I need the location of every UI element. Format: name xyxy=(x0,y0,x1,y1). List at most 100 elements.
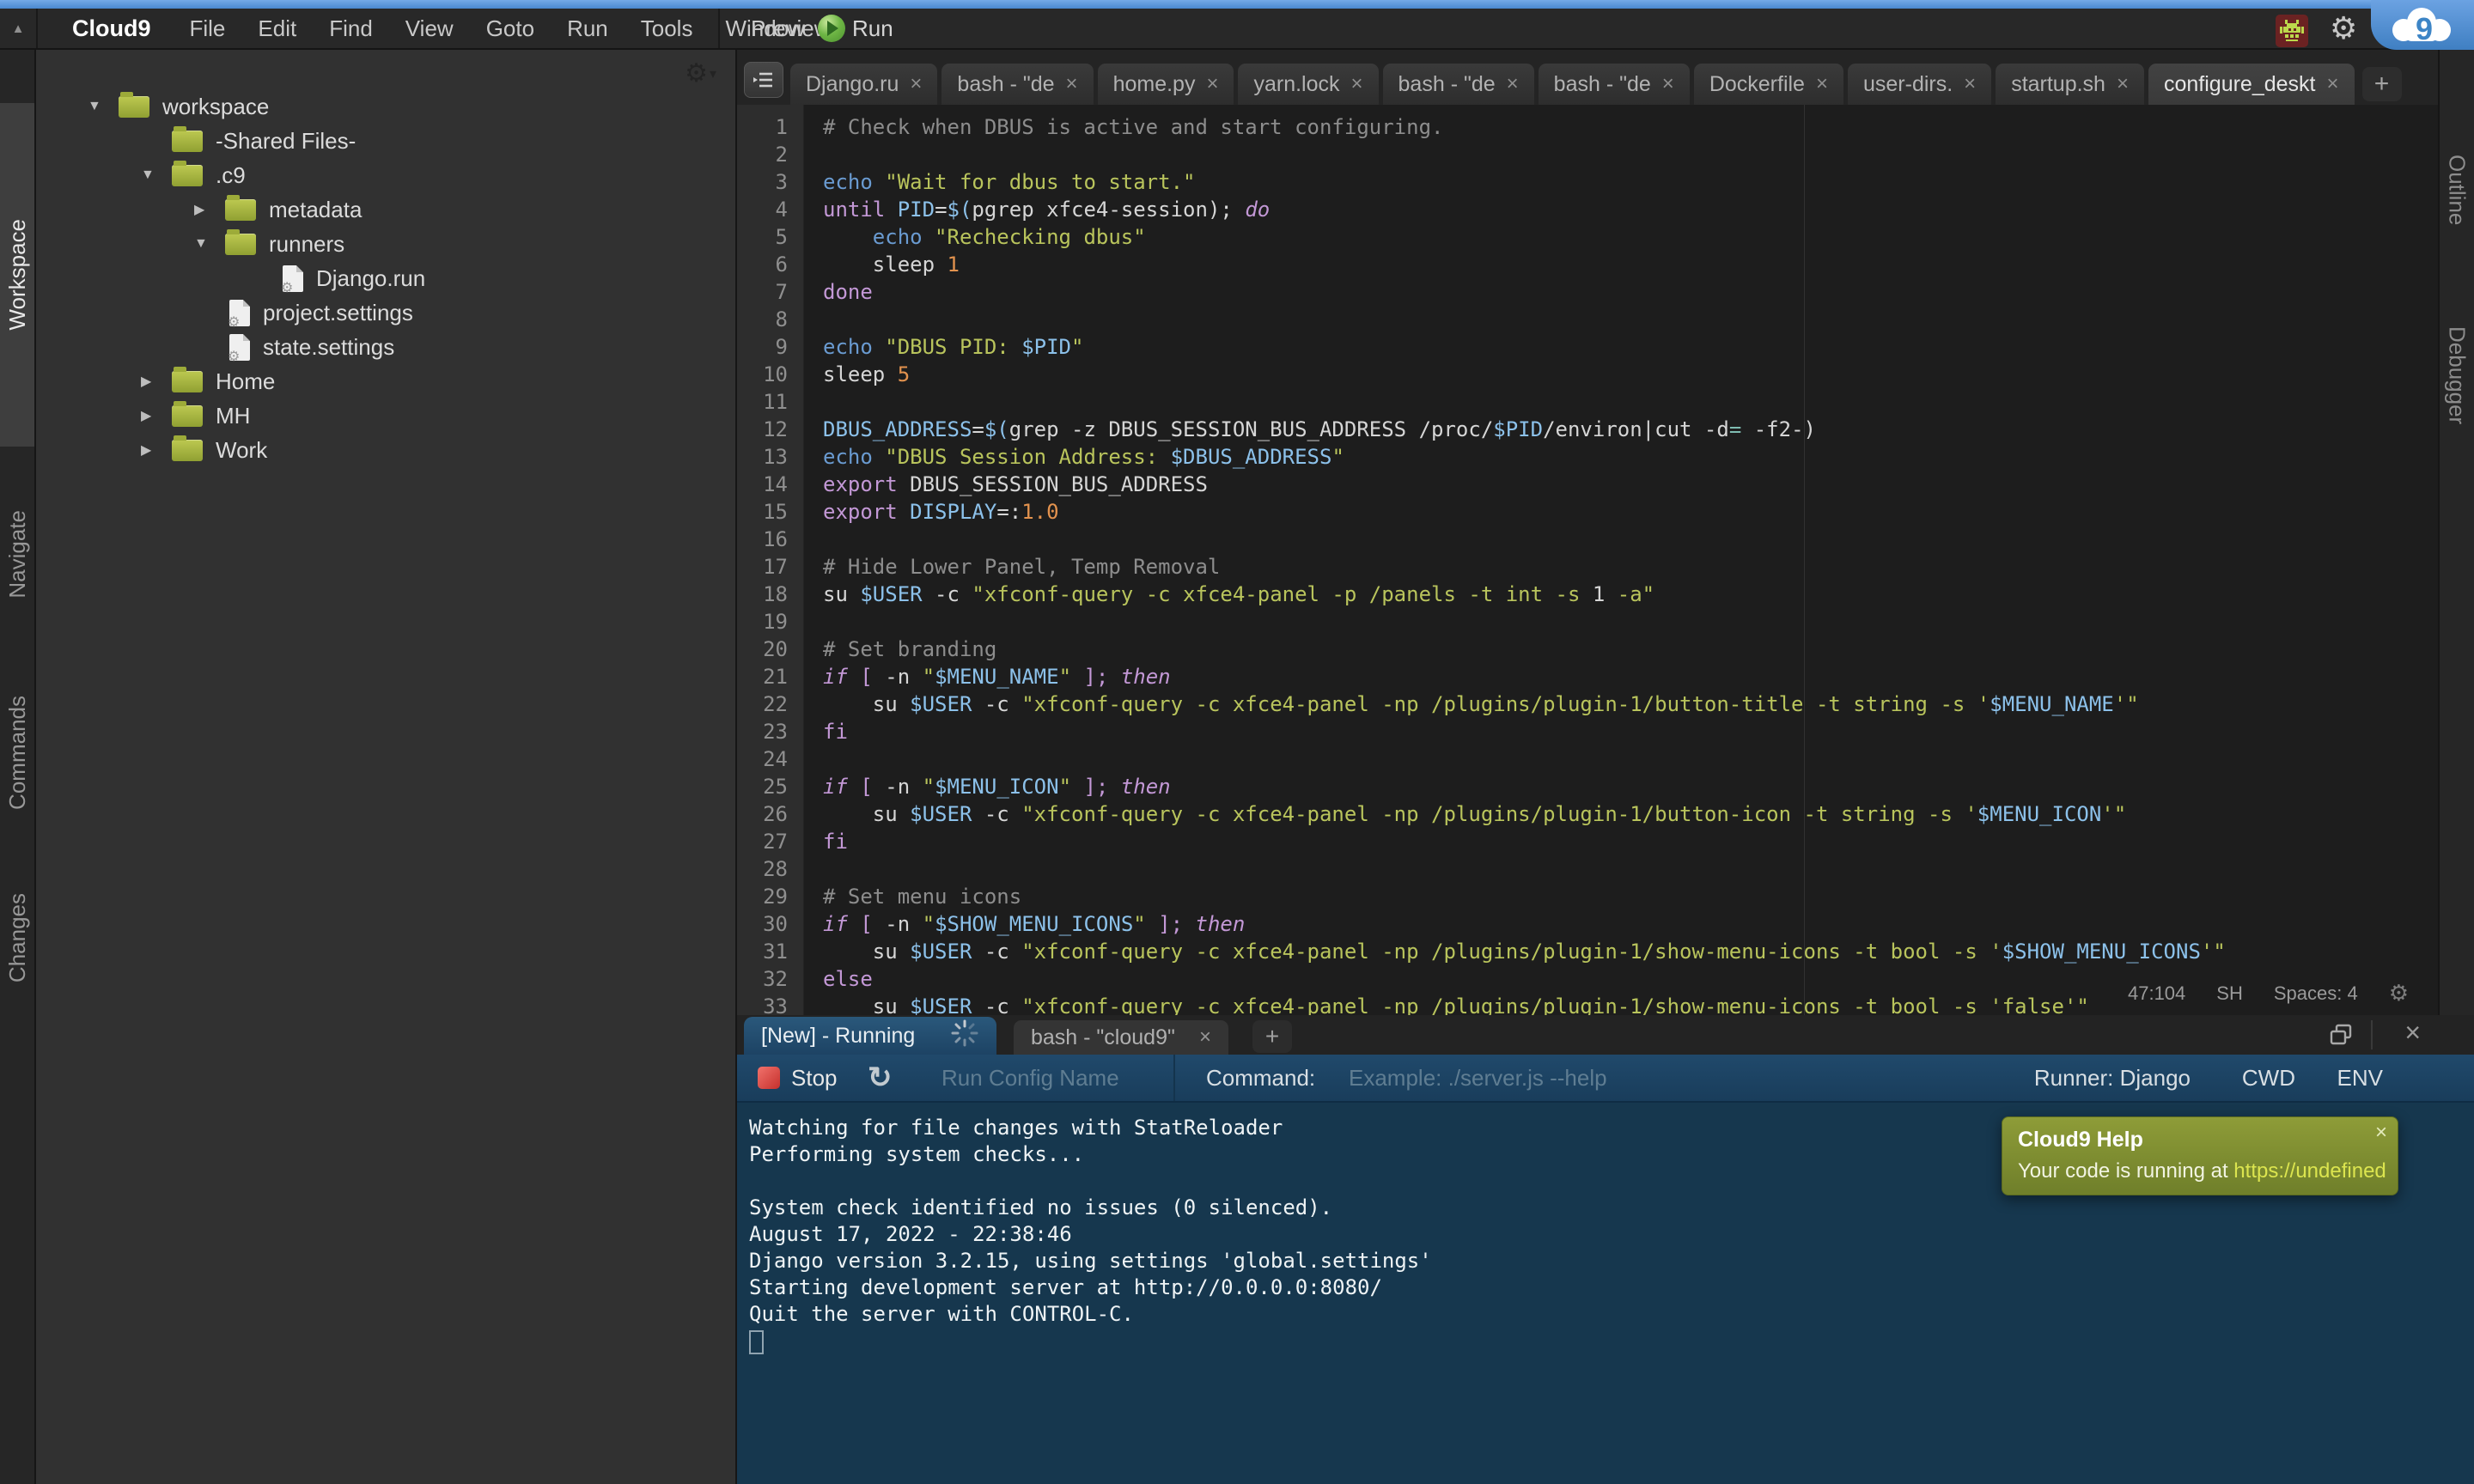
close-icon[interactable]: × xyxy=(1206,72,1218,96)
env-button[interactable]: ENV xyxy=(2337,1055,2383,1101)
code-line: su $USER -c "xfconf-query -c xfce4-panel… xyxy=(823,800,2438,828)
menu-goto[interactable]: Goto xyxy=(470,15,551,41)
editor-tab-label: configure_deskt xyxy=(2164,72,2316,97)
menu-tools[interactable]: Tools xyxy=(625,15,710,41)
disclosure-closed-icon[interactable]: ▶ xyxy=(141,373,172,390)
new-tab-button[interactable]: + xyxy=(2362,67,2402,101)
tree-item-workspace[interactable]: ▼workspace xyxy=(36,89,735,124)
menu-file[interactable]: File xyxy=(174,15,242,41)
editor-tab-dockerfile[interactable]: Dockerfile× xyxy=(1694,64,1843,105)
disclosure-open-icon[interactable]: ▼ xyxy=(141,167,172,183)
menu-view[interactable]: View xyxy=(389,15,470,41)
tree-settings-gear-icon[interactable]: ⚙ ▾ xyxy=(685,58,716,88)
sidebar-tab-changes[interactable]: Changes xyxy=(0,855,34,1020)
console-tab-running[interactable]: [New] - Running xyxy=(744,1017,996,1055)
run-config-name-input[interactable]: Run Config Name xyxy=(941,1055,1119,1101)
sidebar-tab-label: Commands xyxy=(4,696,31,810)
collapse-panel-button[interactable]: ▲ xyxy=(0,9,38,48)
tree-item-label: Django.run xyxy=(316,265,425,292)
tree-item-home[interactable]: ▶ Home xyxy=(36,364,735,398)
menu-find[interactable]: Find xyxy=(313,15,389,41)
settings-gear-icon[interactable]: ⚙ xyxy=(2330,9,2357,48)
cwd-button[interactable]: CWD xyxy=(2242,1055,2295,1101)
help-popup-title: Cloud9 Help xyxy=(2018,1128,2382,1153)
close-icon[interactable]: × xyxy=(1199,1025,1211,1049)
status-gear-icon[interactable]: ⚙ xyxy=(2389,980,2409,1007)
sidebar-tab-navigate[interactable]: Navigate xyxy=(0,468,34,640)
close-icon[interactable]: × xyxy=(1662,72,1674,96)
close-icon[interactable]: × xyxy=(1066,72,1078,96)
editor-tab-bash-de[interactable]: bash - "de× xyxy=(1383,64,1534,105)
code-line: echo "Wait for dbus to start." xyxy=(823,168,2438,196)
disclosure-closed-icon[interactable]: ▶ xyxy=(141,407,172,424)
workspace-file-tree-panel: ⚙ ▾ ▼workspace-Shared Files-▼.c9▶metadat… xyxy=(36,50,737,1484)
tree-item-metadata[interactable]: ▶metadata xyxy=(36,192,735,227)
close-icon[interactable]: × xyxy=(1351,72,1363,96)
editor-tab-configure-deskt[interactable]: configure_deskt × xyxy=(2148,64,2355,105)
code-content: # Check when DBUS is active and start co… xyxy=(823,113,2438,1015)
code-line xyxy=(823,526,2438,553)
sidebar-tab-debugger[interactable]: Debugger xyxy=(2440,271,2474,479)
cloud9-logo[interactable]: 9 xyxy=(2371,0,2474,50)
sidebar-tab-outline[interactable]: Outline xyxy=(2440,110,2474,270)
editor-tab-startup-sh[interactable]: startup.sh × xyxy=(1996,64,2144,105)
menu-run[interactable]: Run xyxy=(551,15,625,41)
run-button[interactable]: Run xyxy=(818,9,893,48)
disclosure-closed-icon[interactable]: ▶ xyxy=(141,441,172,459)
close-icon[interactable]: × xyxy=(1964,72,1976,96)
tree-item-state-settings[interactable]: state.settings xyxy=(36,330,735,364)
collapse-arrow-icon: ▲ xyxy=(12,21,25,36)
disclosure-closed-icon[interactable]: ▶ xyxy=(194,201,225,218)
running-url-link[interactable]: https://undefined xyxy=(2233,1159,2386,1183)
close-console-icon[interactable]: × xyxy=(2404,1017,2421,1049)
editor-tab-yarn-lock[interactable]: yarn.lock× xyxy=(1238,64,1378,105)
code-line: if [ -n "$MENU_NAME" ]; then xyxy=(823,663,2438,690)
restart-icon[interactable]: ↻ xyxy=(868,1055,893,1101)
editor-tab-user-dirs[interactable]: user-dirs.× xyxy=(1848,64,1991,105)
editor-tab-home-py[interactable]: home.py× xyxy=(1098,64,1234,105)
tree-item-mh[interactable]: ▶MH xyxy=(36,398,735,433)
close-icon[interactable]: × xyxy=(1816,72,1828,96)
sidebar-tab-workspace[interactable]: Workspace xyxy=(0,103,34,447)
tree-item-django-run[interactable]: Django.run xyxy=(36,261,735,295)
close-icon[interactable]: × xyxy=(910,72,922,96)
folder-icon xyxy=(172,165,203,186)
editor-tab-label: startup.sh xyxy=(2011,72,2105,97)
sidebar-tab-commands[interactable]: Commands xyxy=(0,661,34,843)
app-menu-cloud9[interactable]: Cloud9 xyxy=(55,15,174,42)
close-icon[interactable]: × xyxy=(2117,72,2129,96)
code-line: # Set menu icons xyxy=(823,883,2438,910)
code-line: fi xyxy=(823,828,2438,855)
tree-item-shared-files[interactable]: -Shared Files- xyxy=(36,124,735,158)
menu-edit[interactable]: Edit xyxy=(241,15,313,41)
tree-item-c9[interactable]: ▼.c9 xyxy=(36,158,735,192)
folder-icon xyxy=(172,371,203,392)
editor-tab-bash-de[interactable]: bash - "de× xyxy=(941,64,1093,105)
terminal-line: System check identified no issues (0 sil… xyxy=(749,1195,2474,1221)
tree-item-project-settings[interactable]: project.settings xyxy=(36,295,735,330)
runner-selector[interactable]: Runner: Django xyxy=(2034,1055,2191,1101)
close-icon[interactable]: × xyxy=(2375,1121,2387,1145)
tab-list-button[interactable] xyxy=(744,62,783,98)
tree-item-work[interactable]: ▶Work xyxy=(36,433,735,467)
console-tab-label: bash - "cloud9" xyxy=(1031,1025,1175,1050)
bug-report-icon[interactable] xyxy=(2275,14,2309,48)
disclosure-open-icon[interactable]: ▼ xyxy=(88,99,119,114)
close-icon[interactable]: × xyxy=(1507,72,1519,96)
spaces-setting[interactable]: Spaces: 4 xyxy=(2274,982,2358,1005)
editor-tab-django-ru[interactable]: Django.ru× xyxy=(790,64,937,105)
new-console-tab-button[interactable]: + xyxy=(1252,1020,1292,1053)
folder-icon xyxy=(172,440,203,461)
disclosure-open-icon[interactable]: ▼ xyxy=(194,236,225,252)
code-editor[interactable]: 1234567891011121314151617181920212223242… xyxy=(737,105,2438,1015)
syntax-mode[interactable]: SH xyxy=(2216,982,2243,1005)
close-icon[interactable]: × xyxy=(2327,72,2339,96)
tree-item-label: Home xyxy=(216,368,275,395)
tree-item-runners[interactable]: ▼runners xyxy=(36,227,735,261)
cursor-position: 47:104 xyxy=(2128,982,2185,1005)
stop-button[interactable]: Stop xyxy=(758,1055,838,1101)
editor-tab-bash-de[interactable]: bash - "de× xyxy=(1539,64,1690,105)
maximize-console-icon[interactable] xyxy=(2328,1023,2354,1051)
console-tab-bash-cloud9[interactable]: bash - "cloud9" × xyxy=(1014,1020,1228,1055)
command-input[interactable]: Example: ./server.js --help xyxy=(1349,1055,1607,1101)
